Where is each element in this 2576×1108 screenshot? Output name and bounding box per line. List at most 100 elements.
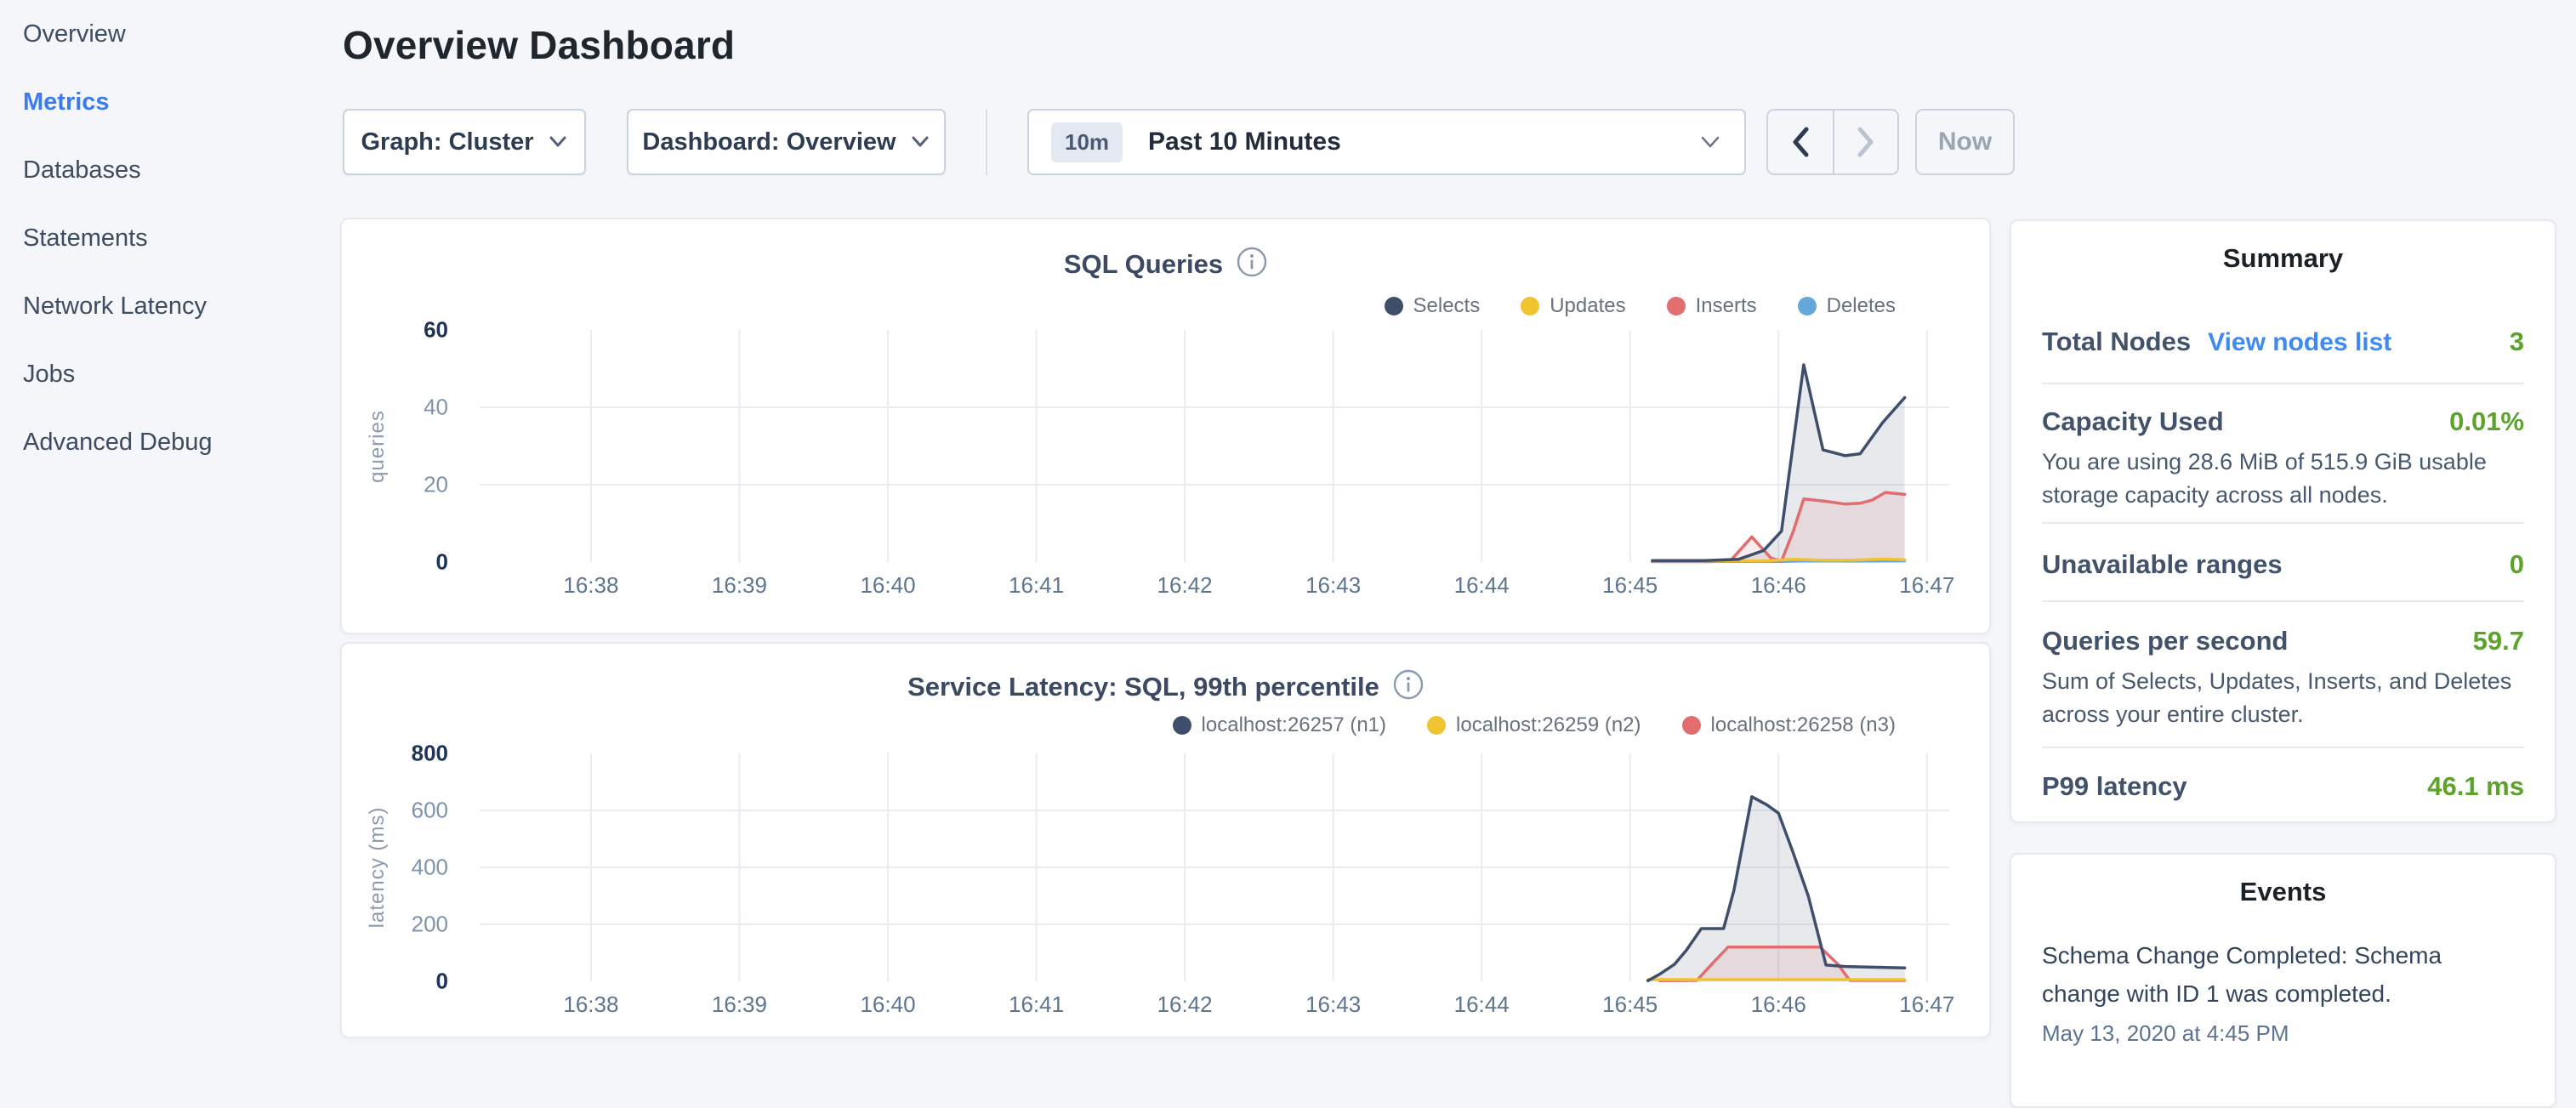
legend-dot-icon: [1385, 297, 1403, 315]
summary-panel: Summary Total Nodes View nodes list 3 Ca…: [2010, 219, 2556, 823]
info-icon[interactable]: [1237, 247, 1267, 281]
capacity-used-subtext: You are using 28.6 MiB of 515.9 GiB usab…: [2042, 446, 2524, 512]
legend-item: localhost:26257 (n1): [1173, 713, 1386, 737]
divider: [2042, 747, 2524, 748]
sidebar-item-metrics[interactable]: Metrics: [23, 87, 337, 117]
legend-dot-icon: [1427, 716, 1446, 735]
x-axis-tick-label: 16:39: [712, 992, 767, 1018]
y-axis-tick-label: 20: [380, 472, 448, 498]
event-item-text[interactable]: Schema Change Completed: Schema change w…: [2042, 936, 2524, 1013]
x-axis-tick-label: 16:39: [712, 572, 767, 599]
x-axis-tick-label: 16:47: [1899, 572, 1954, 599]
graph-dropdown-label: Graph: Cluster: [361, 128, 533, 156]
y-axis-tick-label: 800: [380, 741, 448, 767]
graph-dropdown[interactable]: Graph: Cluster: [343, 109, 586, 175]
x-axis-tick-label: 16:45: [1602, 992, 1658, 1018]
summary-row-total-nodes: Total Nodes View nodes list 3: [2042, 325, 2524, 360]
unavailable-ranges-label: Unavailable ranges: [2042, 548, 2283, 582]
chart-legend: Selects Updates Inserts Deletes: [1385, 294, 1896, 318]
capacity-used-value: 0.01%: [2449, 405, 2524, 439]
legend-dot-icon: [1682, 716, 1701, 735]
sidebar-item-statements[interactable]: Statements: [23, 223, 337, 253]
x-axis-tick-label: 16:43: [1305, 992, 1361, 1018]
legend-item: localhost:26258 (n3): [1682, 713, 1896, 737]
y-axis-tick-label: 40: [380, 395, 448, 421]
now-button[interactable]: Now: [1915, 109, 2015, 175]
service-latency-chart-card: Service Latency: SQL, 99th percentile lo…: [340, 642, 1991, 1038]
capacity-used-label: Capacity Used: [2042, 405, 2224, 439]
x-axis-tick-label: 16:46: [1751, 992, 1806, 1018]
queries-per-second-label: Queries per second: [2042, 624, 2288, 658]
summary-row-qps: Queries per second 59.7: [2042, 624, 2524, 658]
total-nodes-label: Total Nodes: [2042, 325, 2191, 359]
summary-row-capacity: Capacity Used 0.01%: [2042, 405, 2524, 439]
x-axis-tick-label: 16:44: [1454, 572, 1510, 599]
x-axis-tick-label: 16:41: [1009, 572, 1064, 599]
legend-item: Updates: [1521, 294, 1625, 318]
chart-title: Service Latency: SQL, 99th percentile: [907, 672, 1379, 702]
events-title: Events: [2042, 877, 2524, 907]
y-axis-tick-label: 0: [380, 969, 448, 995]
time-range-label: Past 10 Minutes: [1148, 128, 1341, 156]
legend-item: Deletes: [1798, 294, 1896, 318]
controls-divider: [986, 109, 987, 175]
y-axis-tick-label: 600: [380, 798, 448, 824]
y-axis-title: queries: [366, 410, 390, 483]
sql-queries-chart-card: SQL Queries Selects Updates Inserts Dele…: [340, 218, 1991, 634]
sidebar-item-network-latency[interactable]: Network Latency: [23, 291, 337, 321]
chevron-down-icon: [910, 135, 930, 149]
legend-dot-icon: [1173, 716, 1191, 735]
x-axis-tick-label: 16:42: [1157, 992, 1213, 1018]
total-nodes-value: 3: [2510, 325, 2524, 359]
service-latency-plot: 020040060080016:3816:3916:4016:4116:4216…: [480, 753, 1949, 981]
sidebar-item-advanced-debug[interactable]: Advanced Debug: [23, 427, 337, 457]
y-axis-tick-label: 60: [380, 317, 448, 344]
divider: [2042, 383, 2524, 384]
chart-title: SQL Queries: [1064, 249, 1223, 280]
summary-row-p99: P99 latency 46.1 ms: [2042, 770, 2524, 804]
chevron-down-icon: [1698, 134, 1722, 150]
sidebar-item-overview[interactable]: Overview: [23, 19, 337, 49]
dashboard-dropdown-label: Dashboard: Overview: [642, 128, 896, 156]
p99-latency-label: P99 latency: [2042, 770, 2187, 804]
x-axis-tick-label: 16:40: [860, 992, 915, 1018]
time-range-selector[interactable]: 10m Past 10 Minutes: [1027, 109, 1746, 175]
legend-item: localhost:26259 (n2): [1427, 713, 1641, 737]
x-axis-tick-label: 16:41: [1009, 992, 1064, 1018]
queries-per-second-value: 59.7: [2473, 624, 2524, 658]
x-axis-tick-label: 16:43: [1305, 572, 1361, 599]
time-step-buttons: [1766, 109, 1899, 175]
unavailable-ranges-value: 0: [2510, 548, 2524, 582]
legend-dot-icon: [1798, 297, 1817, 315]
chart-legend: localhost:26257 (n1) localhost:26259 (n2…: [1173, 713, 1896, 737]
x-axis-tick-label: 16:44: [1454, 992, 1510, 1018]
x-axis-tick-label: 16:40: [860, 572, 915, 599]
p99-latency-value: 46.1 ms: [2427, 770, 2524, 804]
previous-time-button[interactable]: [1768, 111, 1833, 173]
y-axis-tick-label: 400: [380, 855, 448, 881]
x-axis-tick-label: 16:38: [563, 992, 618, 1018]
queries-per-second-subtext: Sum of Selects, Updates, Inserts, and De…: [2042, 665, 2524, 731]
x-axis-tick-label: 16:38: [563, 572, 618, 599]
time-range-badge: 10m: [1051, 122, 1123, 162]
legend-dot-icon: [1667, 297, 1686, 315]
next-time-button[interactable]: [1833, 111, 1897, 173]
legend-item: Selects: [1385, 294, 1481, 318]
x-axis-tick-label: 16:45: [1602, 572, 1658, 599]
legend-dot-icon: [1521, 297, 1539, 315]
sidebar-item-databases[interactable]: Databases: [23, 155, 337, 185]
divider: [2042, 522, 2524, 524]
view-nodes-list-link[interactable]: View nodes list: [2208, 326, 2391, 360]
dashboard-dropdown[interactable]: Dashboard: Overview: [627, 109, 946, 175]
summary-title: Summary: [2042, 243, 2524, 274]
legend-item: Inserts: [1667, 294, 1757, 318]
summary-row-unavailable-ranges: Unavailable ranges 0: [2042, 548, 2524, 582]
sql-queries-plot: 020406016:3816:3916:4016:4116:4216:4316:…: [480, 330, 1949, 562]
divider: [2042, 600, 2524, 602]
y-axis-title: latency (ms): [366, 807, 390, 929]
sidebar-item-jobs[interactable]: Jobs: [23, 359, 337, 389]
events-panel: Events Schema Change Completed: Schema c…: [2010, 853, 2556, 1108]
page-title: Overview Dashboard: [343, 22, 735, 68]
info-icon[interactable]: [1393, 669, 1424, 704]
x-axis-tick-label: 16:46: [1751, 572, 1806, 599]
